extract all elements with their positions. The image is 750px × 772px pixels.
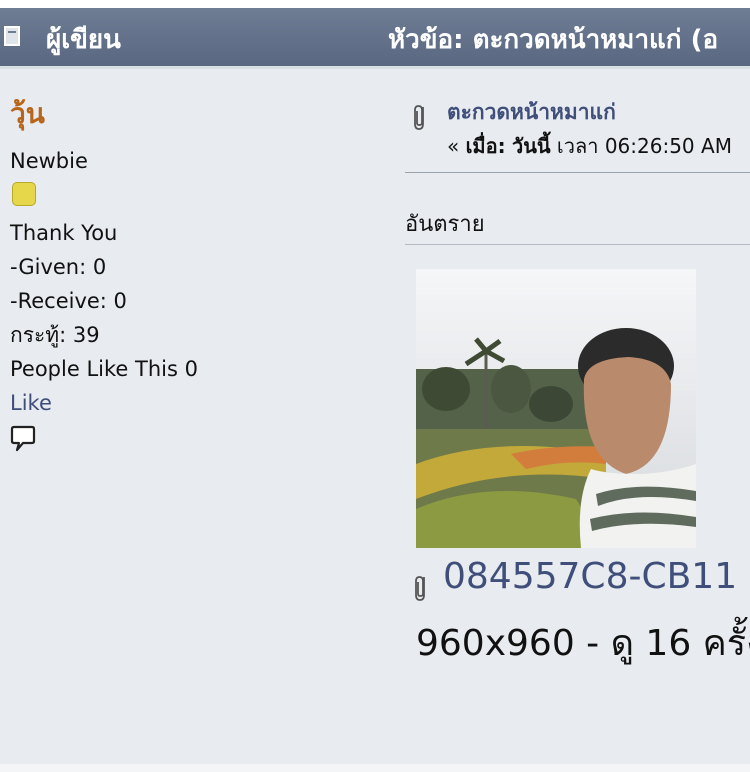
paperclip-icon [414,105,424,130]
attachment-info: 960x960 - ดู 16 ครั้ง [416,623,750,664]
post-body: อันตราย [405,212,485,237]
document-icon [4,26,20,46]
attachment-image[interactable] [416,269,696,548]
people-like-count: People Like This 0 [10,357,198,381]
date-today: วันนี้ [511,134,551,158]
date-time: เวลา 06:26:50 AM [550,134,732,158]
thanks-received: -Receive: 0 [10,289,127,313]
attachment-link[interactable]: 084557C8-CB11 [443,556,737,597]
bottom-bar [0,764,750,772]
topic-title: หัวข้อ: ตะกวดหน้าหมาแก่ (อ [388,25,719,55]
like-link[interactable]: Like [10,390,370,416]
author-rank: Newbie [10,149,88,173]
thanks-given: -Given: 0 [10,255,107,279]
author-column-title: ผู้เขียน [46,25,121,55]
author-panel: วุ้น Newbie Thank You -Given: 0 -Receive… [10,92,370,454]
post-subject-link[interactable]: ตะกวดหน้าหมาแก่ [447,96,616,129]
status-icon [12,182,36,206]
post-count: กระทู้: 39 [10,323,100,347]
divider [405,244,750,245]
divider [405,172,750,173]
date-prefix: « [447,134,466,158]
post-header: ผู้เขียน หัวข้อ: ตะกวดหน้าหมาแก่ (อ [0,8,750,69]
post-date: « เมื่อ: วันนี้ เวลา 06:26:50 AM [447,130,732,162]
thank-you-label: Thank You [10,221,118,245]
author-name[interactable]: วุ้น [10,92,370,136]
speech-bubble-icon[interactable] [10,424,36,454]
top-gap [0,0,750,8]
paperclip-icon [415,576,425,601]
date-label: เมื่อ: [465,134,506,158]
